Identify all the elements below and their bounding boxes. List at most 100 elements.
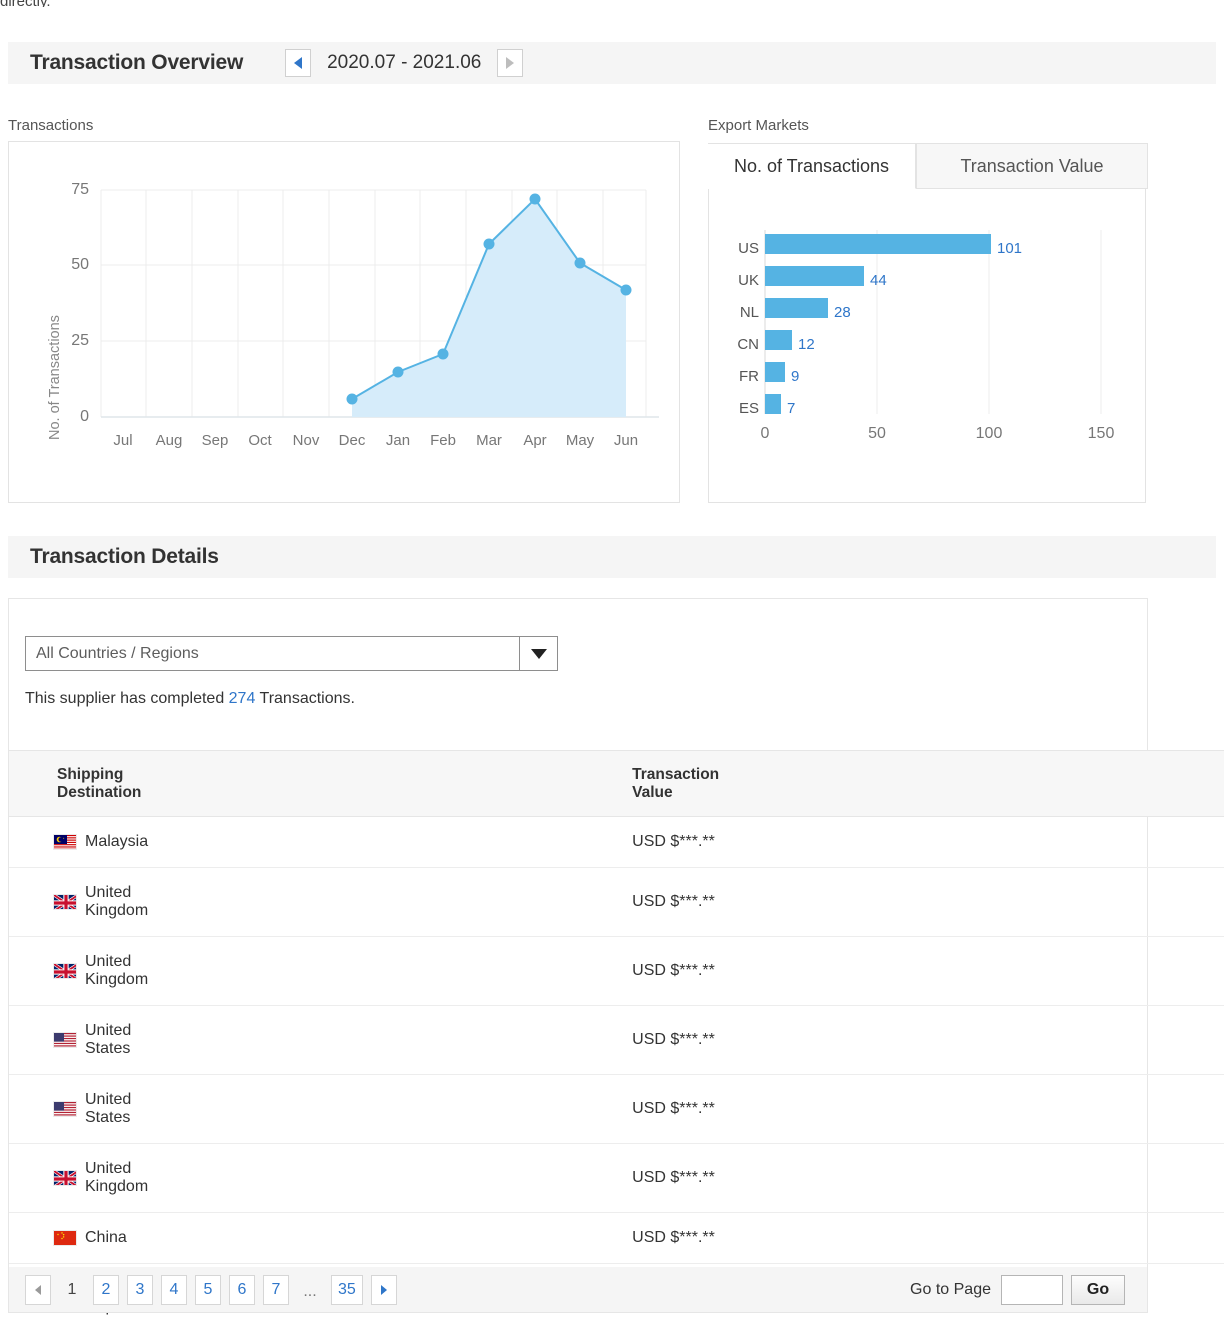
overview-title: Transaction Overview	[30, 51, 244, 74]
chevron-left-icon	[294, 57, 303, 69]
bar-value-cn: 12	[798, 336, 815, 353]
destination-label: United States	[85, 1022, 132, 1057]
x-tick-nov: Nov	[292, 432, 320, 449]
cell-date: 06/28/2021	[719, 1074, 1224, 1144]
data-point	[529, 193, 541, 205]
cell-destination: United Kingdom	[9, 1143, 149, 1213]
cell-value: USD $***.**	[148, 1074, 720, 1144]
summary-count[interactable]: 274	[229, 690, 256, 707]
pagination-page-2[interactable]: 2	[93, 1275, 119, 1305]
tab-transaction-value[interactable]: Transaction Value	[916, 143, 1148, 189]
pagination-next-button[interactable]	[370, 1275, 397, 1305]
cell-destination: United States	[9, 1074, 149, 1144]
pagination-prev-button[interactable]	[25, 1275, 51, 1305]
destination-label: United Kingdom	[85, 1160, 149, 1195]
pagination-page-6[interactable]: 6	[229, 1275, 255, 1305]
pagination-bar: 1 2 3 4 5 6 7 ... 35 Go to Page Go	[8, 1267, 1148, 1313]
export-markets-tabs: No. of Transactions Transaction Value	[708, 143, 1148, 189]
bar-value-us: 101	[997, 240, 1023, 257]
x-tick-jun: Jun	[613, 432, 639, 449]
cell-date: 06/25/2021	[719, 1212, 1224, 1264]
bar-cat-us: US	[738, 240, 759, 257]
bar-value-es: 7	[787, 400, 796, 417]
prev-period-button[interactable]	[285, 49, 312, 77]
data-point	[392, 366, 404, 378]
table-header-row: Shipping Destination Transaction Value T…	[9, 750, 1224, 817]
cell-value: USD $***.**	[148, 1143, 720, 1213]
destination-label: Malaysia	[85, 833, 149, 850]
bar-cat-es: ES	[738, 400, 759, 417]
data-point	[483, 238, 495, 250]
summary-suffix: Transactions.	[255, 690, 355, 707]
pagination-page-4[interactable]: 4	[161, 1275, 187, 1305]
bar-x-tick-0: 0	[760, 425, 770, 442]
cell-date: 07/02/2021	[719, 816, 1224, 868]
tab-no-of-transactions[interactable]: No. of Transactions	[708, 143, 916, 189]
bar-us	[765, 234, 991, 254]
pagination-controls: 1 2 3 4 5 6 7 ... 35	[25, 1275, 405, 1305]
table-head: Shipping Destination Transaction Value T…	[9, 750, 1224, 817]
go-to-page-label: Go to Page	[910, 1281, 991, 1298]
cell-date: 06/28/2021	[719, 1005, 1224, 1075]
bar-cat-fr: FR	[739, 368, 759, 385]
bar-value-nl: 28	[834, 304, 851, 321]
cell-value: USD $***.**	[148, 1212, 720, 1264]
country-region-select[interactable]: All Countries / Regions	[25, 636, 558, 671]
tab-label: No. of Transactions	[733, 155, 890, 176]
transactions-chart-panel: No. of Transactions 75 50 25 0 Jul Aug S…	[8, 141, 680, 503]
x-tick-oct: Oct	[248, 432, 272, 449]
table-row: United States USD $***.** 06/28/2021	[9, 1005, 1224, 1075]
next-period-button[interactable]	[497, 49, 524, 77]
data-point	[346, 393, 358, 405]
bar-cn	[765, 330, 792, 350]
destination-label: United States	[85, 1091, 132, 1126]
cell-date: 06/27/2021	[719, 1143, 1224, 1213]
transaction-details-card: All Countries / Regions This supplier ha…	[8, 598, 1224, 1330]
destination-label: China	[85, 1229, 127, 1246]
flag-united-kingdom-icon	[53, 1170, 77, 1186]
export-markets-panel: No. of Transactions Transaction Value US…	[708, 143, 1148, 503]
bar-cat-uk: UK	[738, 272, 759, 289]
pagination-page-35[interactable]: 35	[331, 1275, 363, 1305]
cell-date: 06/30/2021	[719, 867, 1224, 937]
table-row: United Kingdom USD $***.** 06/30/2021	[9, 936, 1224, 1006]
x-tick-apr: Apr	[523, 432, 547, 449]
bar-uk	[765, 266, 864, 286]
go-to-page-group: Go to Page Go	[910, 1275, 1125, 1305]
export-markets-label: Export Markets	[708, 117, 809, 134]
area-fill	[352, 199, 626, 417]
chevron-left-icon	[35, 1285, 41, 1295]
y-tick-25: 25	[71, 332, 89, 349]
bar-x-tick-50: 50	[868, 425, 886, 442]
cell-destination: United States	[9, 1005, 149, 1075]
x-tick-mar: Mar	[476, 432, 502, 449]
pagination-page-5[interactable]: 5	[195, 1275, 221, 1305]
x-tick-jul: Jul	[113, 432, 133, 449]
table-row: United Kingdom USD $***.** 06/27/2021	[9, 1143, 1224, 1213]
cell-value: USD $***.**	[148, 867, 720, 937]
data-point	[620, 284, 632, 296]
page-root: directly. Transaction Overview 2020.07 -…	[0, 0, 1224, 1330]
flag-united-states-icon	[53, 1101, 77, 1117]
pagination-page-7[interactable]: 7	[263, 1275, 289, 1305]
bar-value-fr: 9	[791, 368, 800, 385]
bar-cat-nl: NL	[739, 304, 759, 321]
chevron-down-icon	[530, 648, 547, 659]
table-body: Malaysia USD $***.** 07/02/2021	[9, 816, 1224, 1330]
bar-nl	[765, 298, 828, 318]
cell-destination: China	[9, 1212, 149, 1264]
period-nav: 2020.07 - 2021.06	[285, 49, 524, 77]
pagination-page-3[interactable]: 3	[127, 1275, 153, 1305]
select-arrow-box[interactable]	[519, 636, 557, 671]
column-header-transaction-date: Transaction Date	[719, 750, 1224, 817]
details-title: Transaction Details	[30, 545, 219, 568]
cell-destination: Malaysia	[9, 816, 149, 868]
go-to-page-input[interactable]	[1001, 1275, 1063, 1305]
cutoff-paragraph: directly.	[0, 0, 51, 7]
cell-value: USD $***.**	[148, 936, 720, 1006]
cell-value: USD $***.**	[148, 816, 720, 868]
x-tick-jan: Jan	[385, 432, 411, 449]
tab-label: Transaction Value	[960, 155, 1104, 176]
data-point	[574, 257, 586, 269]
go-button[interactable]: Go	[1071, 1275, 1125, 1305]
